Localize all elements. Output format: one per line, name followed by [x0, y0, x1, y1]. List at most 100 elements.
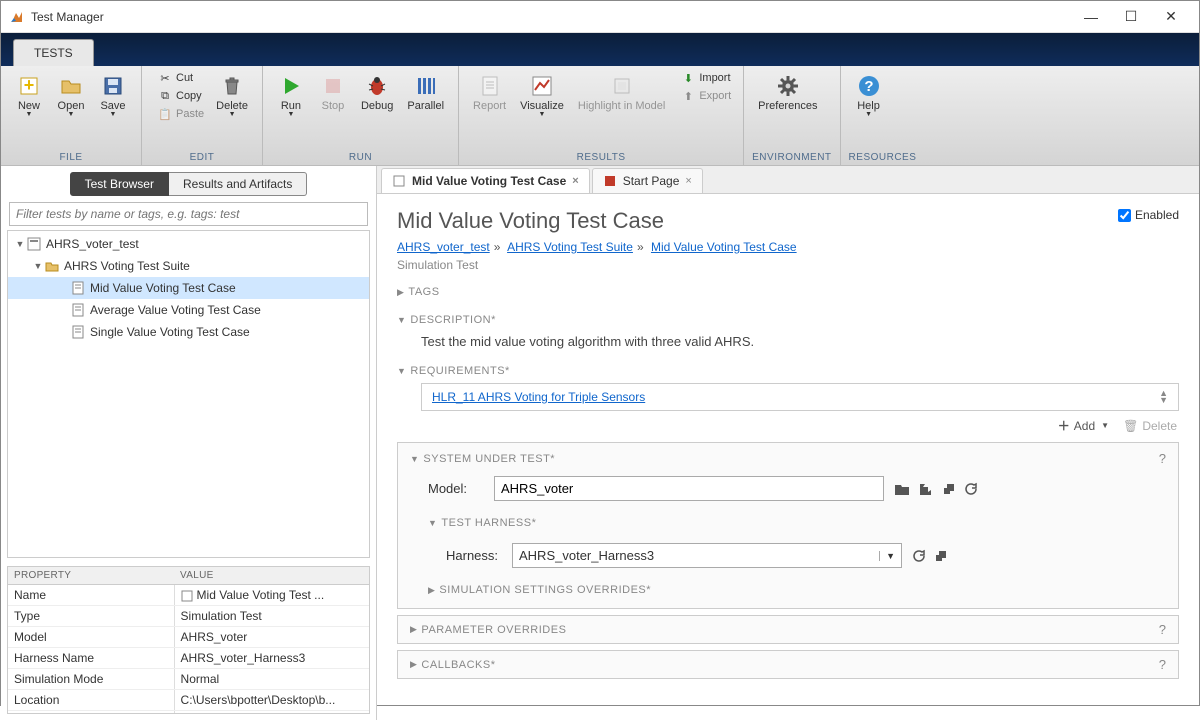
prop-row-name[interactable]: NameMid Value Voting Test ...: [8, 585, 369, 606]
section-sut: ▼SYSTEM UNDER TEST* ? Model: ▼TEST HARNE…: [397, 442, 1179, 609]
minimize-button[interactable]: —: [1071, 2, 1111, 32]
help-icon[interactable]: ?: [1159, 657, 1166, 672]
model-label: Model:: [428, 481, 484, 496]
description-text: Test the mid value voting algorithm with…: [397, 330, 1179, 353]
breadcrumb-0[interactable]: AHRS_voter_test: [397, 240, 490, 254]
delete-requirement-button[interactable]: 🗑Delete: [1123, 417, 1177, 434]
gear-icon: [776, 74, 800, 98]
copy-icon: ⧉: [158, 89, 172, 103]
breadcrumb-1[interactable]: AHRS Voting Test Suite: [507, 240, 633, 254]
svg-text:+: +: [24, 75, 35, 95]
reload-icon[interactable]: [964, 482, 978, 496]
harness-combo[interactable]: AHRS_voter_Harness3 ▼: [512, 543, 902, 568]
new-button[interactable]: + New▼: [9, 70, 49, 122]
maximize-button[interactable]: ☐: [1111, 2, 1151, 32]
report-button[interactable]: Report: [467, 70, 512, 116]
tree-case-mid[interactable]: Mid Value Voting Test Case: [8, 277, 369, 299]
help-icon[interactable]: ?: [1159, 451, 1166, 466]
section-paramoverrides: ▶PARAMETER OVERRIDES ?: [397, 615, 1179, 644]
prop-row-enabled[interactable]: Enabled: [8, 711, 369, 715]
harness-label: Harness:: [446, 548, 502, 563]
section-simoverrides-header[interactable]: ▶SIMULATION SETTINGS OVERRIDES*: [428, 580, 1166, 600]
visualize-button[interactable]: Visualize▼: [514, 70, 570, 122]
editor-tab-start[interactable]: Start Page ×: [592, 168, 703, 193]
export-button[interactable]: ⬆Export: [677, 88, 735, 104]
ribbon-tabstrip: TESTS: [1, 33, 1199, 66]
group-environment: Preferences ENVIRONMENT: [744, 66, 840, 165]
debug-button[interactable]: Debug: [355, 70, 399, 116]
copy-button[interactable]: ⧉Copy: [154, 88, 208, 104]
tab-tests[interactable]: TESTS: [13, 39, 94, 66]
tree-case-avg[interactable]: Average Value Voting Test Case: [8, 299, 369, 321]
highlight-button[interactable]: Highlight in Model: [572, 70, 671, 116]
prop-header-key: PROPERTY: [8, 567, 174, 585]
parallel-button[interactable]: Parallel: [401, 70, 450, 116]
open-external-icon[interactable]: [934, 549, 948, 563]
page-title: Mid Value Voting Test Case: [397, 208, 1179, 234]
section-tags-header[interactable]: ▶TAGS: [397, 282, 1179, 302]
section-req-header[interactable]: ▼REQUIREMENTS*: [397, 361, 1179, 381]
stop-button[interactable]: Stop: [313, 70, 353, 116]
section-desc-header[interactable]: ▼DESCRIPTION*: [397, 310, 1179, 330]
close-icon[interactable]: ×: [572, 175, 578, 187]
breadcrumb-2[interactable]: Mid Value Voting Test Case: [651, 240, 797, 254]
req-actions: ＋Add▼ 🗑Delete: [397, 417, 1179, 434]
chevron-right-icon: ▶: [397, 287, 404, 298]
prop-row-location[interactable]: LocationC:\Users\bpotter\Desktop\b...: [8, 690, 369, 711]
filter-input[interactable]: [9, 202, 368, 226]
tab-test-browser[interactable]: Test Browser: [70, 172, 169, 196]
stop-icon: [321, 74, 345, 98]
run-button[interactable]: Run▼: [271, 70, 311, 122]
paste-button[interactable]: 📋Paste: [154, 106, 208, 122]
browse-icon[interactable]: [894, 482, 910, 496]
editor-tab-case[interactable]: Mid Value Voting Test Case ×: [381, 168, 590, 193]
group-file-label: FILE: [9, 150, 133, 165]
chevron-down-icon[interactable]: ▼: [32, 261, 44, 271]
section-harness-header[interactable]: ▼TEST HARNESS*: [428, 513, 1166, 533]
requirement-link[interactable]: HLR_11 AHRS Voting for Triple Sensors: [432, 390, 645, 404]
open-button[interactable]: Open▼: [51, 70, 91, 122]
tree-root[interactable]: ▼ AHRS_voter_test: [8, 233, 369, 255]
left-panel: Test Browser Results and Artifacts ▼ AHR…: [1, 166, 377, 720]
property-grid: PROPERTYVALUE NameMid Value Voting Test …: [7, 566, 370, 714]
reload-icon[interactable]: [912, 549, 926, 563]
group-results: Report Visualize▼ Highlight in Model ⬇Im…: [459, 66, 744, 165]
chevron-down-icon[interactable]: ▼: [14, 239, 26, 249]
section-param-header[interactable]: ▶PARAMETER OVERRIDES: [410, 624, 566, 636]
section-callbacks-header[interactable]: ▶CALLBACKS*: [410, 659, 496, 671]
tree-suite[interactable]: ▼ AHRS Voting Test Suite: [8, 255, 369, 277]
help-button[interactable]: ? Help▼: [849, 70, 889, 122]
help-icon[interactable]: ?: [1159, 622, 1166, 637]
matlab-icon: [9, 9, 25, 25]
parallel-icon: [414, 74, 438, 98]
prop-row-model[interactable]: ModelAHRS_voter: [8, 627, 369, 648]
cut-button[interactable]: ✂Cut: [154, 70, 208, 86]
prop-row-type[interactable]: TypeSimulation Test: [8, 606, 369, 627]
trash-icon: [220, 74, 244, 98]
test-tree: ▼ AHRS_voter_test ▼ AHRS Voting Test Sui…: [7, 230, 370, 558]
delete-button[interactable]: Delete▼: [210, 70, 254, 122]
tree-case-single[interactable]: Single Value Voting Test Case: [8, 321, 369, 343]
testcase-icon: [70, 324, 86, 340]
tab-results-artifacts[interactable]: Results and Artifacts: [169, 172, 307, 196]
section-sut-header[interactable]: ▼SYSTEM UNDER TEST*: [410, 453, 555, 465]
enabled-label: Enabled: [1135, 208, 1179, 222]
close-button[interactable]: ✕: [1151, 2, 1191, 32]
import-button[interactable]: ⬇Import: [677, 70, 735, 86]
editor-tabs: Mid Value Voting Test Case × Start Page …: [377, 166, 1199, 194]
add-requirement-button[interactable]: ＋Add▼: [1058, 417, 1109, 434]
highlight-icon: [610, 74, 634, 98]
preferences-button[interactable]: Preferences: [752, 70, 823, 116]
save-button[interactable]: Save▼: [93, 70, 133, 122]
req-spin[interactable]: ▲▼: [1159, 390, 1168, 404]
prop-row-harness[interactable]: Harness NameAHRS_voter_Harness3: [8, 648, 369, 669]
open-external-icon[interactable]: [942, 482, 956, 496]
prop-row-simmode[interactable]: Simulation ModeNormal: [8, 669, 369, 690]
group-results-label: RESULTS: [467, 150, 735, 165]
close-icon[interactable]: ×: [685, 175, 691, 187]
enabled-checkbox[interactable]: [1118, 209, 1131, 222]
model-input[interactable]: [494, 476, 884, 501]
model-row: Model:: [428, 476, 1166, 501]
trash-icon: 🗑: [1123, 419, 1138, 433]
refresh-model-icon[interactable]: [918, 482, 934, 496]
